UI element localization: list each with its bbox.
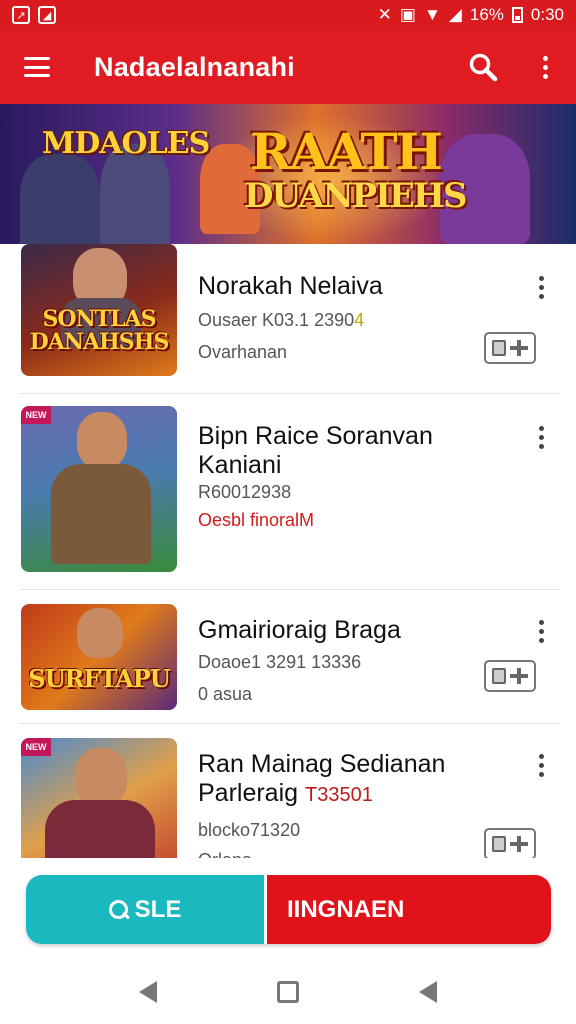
more-vert-icon bbox=[538, 619, 544, 643]
more-vert-icon bbox=[538, 753, 544, 777]
item-title: Ran Mainag Sedianan Parleraig T33501 bbox=[198, 750, 446, 807]
game-thumbnail[interactable]: SURFTAPU bbox=[21, 604, 177, 710]
item-subtitle: Ovarhanan bbox=[198, 342, 288, 362]
item-meta: R60012938 bbox=[198, 482, 292, 502]
item-subtitle: Oesbl finoralM bbox=[198, 510, 315, 530]
system-nav-bar bbox=[0, 960, 576, 1024]
banner-subtitle: DUANPIEHS bbox=[244, 176, 468, 216]
new-badge: NEW bbox=[21, 406, 51, 424]
back-icon[interactable] bbox=[139, 981, 157, 1003]
item-more-button[interactable] bbox=[526, 272, 556, 302]
game-thumbnail[interactable]: NEW bbox=[21, 406, 177, 572]
search-button-label: SLE bbox=[134, 895, 182, 923]
banner-title: RAATH bbox=[250, 122, 443, 181]
gamepad-icon[interactable] bbox=[484, 332, 536, 364]
status-bar: ↗ ◢ ✕ ▣ ▼ ◢ 16% 0:30 bbox=[0, 0, 576, 30]
notification-icon: ◢ bbox=[38, 6, 56, 24]
search-icon bbox=[469, 53, 498, 82]
menu-button[interactable] bbox=[0, 30, 74, 104]
more-vert-icon bbox=[538, 425, 544, 449]
battery-percent: 16% bbox=[469, 5, 504, 24]
item-more-button[interactable] bbox=[526, 616, 556, 646]
home-icon[interactable] bbox=[277, 981, 299, 1003]
item-subtitle: 0 asua bbox=[198, 684, 253, 704]
item-title: Bipn Raice Soranvan Kaniani bbox=[198, 422, 433, 479]
overflow-menu-button[interactable] bbox=[514, 30, 576, 104]
app-bar: Nadaelalnanahi bbox=[0, 30, 576, 104]
item-more-button[interactable] bbox=[526, 422, 556, 452]
thumbnail-title: SURFTAPU bbox=[28, 664, 170, 693]
vibrate-icon: ▣ bbox=[399, 5, 416, 24]
menu-icon bbox=[24, 57, 50, 77]
battery-icon bbox=[511, 7, 523, 23]
list-item[interactable]: SURFTAPU Gmairioraig Braga Doaoe1 3291 1… bbox=[0, 590, 576, 724]
mute-icon: ✕ bbox=[377, 5, 392, 24]
bottom-action-bar: SLE IINGNAEN bbox=[26, 875, 551, 944]
item-more-button[interactable] bbox=[526, 750, 556, 780]
featured-banner[interactable]: MDAOLES RAATH DUANPIEHS bbox=[0, 104, 576, 244]
search-icon bbox=[108, 899, 129, 920]
wifi-icon: ▼ bbox=[423, 5, 441, 24]
gamepad-icon[interactable] bbox=[484, 660, 536, 692]
item-title: Gmairioraig Braga bbox=[198, 616, 401, 644]
item-title: Norakah Nelaiva bbox=[198, 272, 383, 300]
notification-icon: ↗ bbox=[12, 6, 30, 24]
signal-icon: ◢ bbox=[448, 5, 462, 24]
list-item[interactable]: SONTLAS DANAHSHS Norakah Nelaiva Ousaer … bbox=[0, 244, 576, 394]
banner-logo: MDAOLES bbox=[42, 126, 210, 161]
list-item[interactable]: NEW Ran Mainag Sedianan Parleraig T33501… bbox=[0, 724, 576, 858]
search-button[interactable]: SLE bbox=[26, 875, 264, 944]
item-meta: Ousaer K03.1 23904 bbox=[198, 310, 365, 330]
item-subtitle: Orlana bbox=[198, 850, 252, 858]
game-list: SONTLAS DANAHSHS Norakah Nelaiva Ousaer … bbox=[0, 244, 576, 858]
item-meta: blocko71320 bbox=[198, 820, 301, 840]
search-button[interactable] bbox=[452, 30, 514, 104]
thumbnail-title: SONTLAS DANAHSHS bbox=[29, 306, 170, 356]
primary-action-button[interactable]: IINGNAEN bbox=[267, 875, 551, 944]
new-badge: NEW bbox=[21, 738, 51, 756]
gamepad-icon[interactable] bbox=[484, 828, 536, 858]
list-item[interactable]: NEW Bipn Raice Soranvan Kaniani R6001293… bbox=[0, 394, 576, 590]
app-title: Nadaelalnanahi bbox=[94, 51, 295, 82]
more-vert-icon bbox=[538, 275, 544, 299]
primary-button-label: IINGNAEN bbox=[287, 895, 405, 923]
banner-character-left bbox=[20, 154, 100, 244]
game-thumbnail[interactable]: NEW bbox=[21, 738, 177, 858]
item-meta: Doaoe1 3291 13336 bbox=[198, 652, 362, 672]
recents-icon[interactable] bbox=[419, 981, 437, 1003]
more-vert-icon bbox=[542, 55, 548, 79]
game-thumbnail[interactable]: SONTLAS DANAHSHS bbox=[21, 244, 177, 376]
clock: 0:30 bbox=[530, 5, 564, 24]
